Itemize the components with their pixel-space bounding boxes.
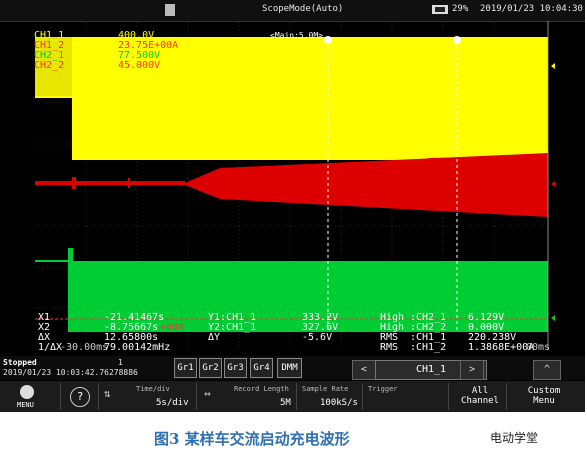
dmm-button[interactable]: DMM	[277, 358, 302, 378]
battery-icon	[432, 5, 448, 14]
rms2-label: RMS	[380, 342, 399, 353]
acq-count: 1	[118, 358, 123, 367]
rate-indicator: 29%	[452, 4, 469, 14]
custom-menu-button[interactable]: Custom Menu	[508, 383, 585, 410]
acq-timestamp: 2019/01/23 10:03:42.76278886	[3, 368, 138, 377]
overlay-current: +00A	[160, 322, 185, 333]
rms2-value: 1.3868E+00A	[468, 342, 535, 353]
all-channel-label: All Channel	[461, 386, 499, 406]
ch2-2-name: CH2_2	[34, 60, 65, 71]
trigger-label: Trigger	[368, 385, 398, 393]
channel-prev-button[interactable]: <	[352, 360, 376, 380]
menu-icon	[20, 385, 34, 399]
top-status-bar: ScopeMode(Auto) 29% 2019/01/23 10:04:30	[0, 0, 585, 22]
group-button-gr1[interactable]: Gr1	[174, 358, 197, 378]
time-div-button[interactable]: ⇅ Time/div 5s/div	[100, 383, 197, 410]
inv-dx-label: 1/ΔX	[38, 342, 63, 353]
trigger-button[interactable]: Trigger	[364, 383, 449, 410]
record-length-value: 5M	[280, 398, 291, 408]
help-icon: ?	[70, 387, 90, 407]
timebase-icon: ⇅	[104, 387, 111, 400]
dy-label: ΔY	[208, 332, 221, 343]
run-state: Stopped	[3, 358, 37, 367]
menu-button[interactable]: MENU	[0, 383, 61, 410]
main-record-label: <Main:5.0M>	[270, 31, 323, 40]
record-length-label: Record Length	[234, 385, 289, 393]
record-length-button[interactable]: ↔ Record Length 5M	[198, 383, 297, 410]
group-button-gr3[interactable]: Gr3	[224, 358, 247, 378]
figure-caption: 图3 某样车交流启动充电波形 电动学堂	[0, 426, 585, 448]
group-button-gr4[interactable]: Gr4	[250, 358, 273, 378]
inv-dx-value: 79.00142mHz	[104, 342, 171, 353]
record-icon: ↔	[204, 387, 211, 400]
expand-up-button[interactable]: ^	[533, 360, 561, 380]
channel-next-button[interactable]: >	[460, 360, 484, 380]
figure-title: 图3 某样车交流启动充电波形	[154, 430, 350, 448]
sample-rate-button[interactable]: Sample Rate 100kS/s	[298, 383, 363, 410]
dy-value: -5.6V	[302, 332, 333, 343]
right-time: 00ms	[526, 342, 551, 353]
oscilloscope-screen: ScopeMode(Auto) 29% 2019/01/23 10:04:30	[0, 0, 585, 412]
ch1-2-waveform	[35, 153, 548, 217]
rms2-channel: :CH1_2	[410, 342, 447, 353]
help-button[interactable]: ?	[62, 383, 99, 410]
device-icon	[165, 4, 175, 16]
menu-label: MENU	[17, 401, 34, 409]
left-time: -30.00ms	[60, 342, 109, 353]
time-div-value: 5s/div	[156, 398, 189, 408]
scope-mode-title: ScopeMode(Auto)	[262, 4, 344, 14]
all-channel-button[interactable]: All Channel	[450, 383, 507, 410]
time-div-label: Time/div	[136, 385, 170, 393]
source-logo: 电动学堂	[490, 431, 539, 445]
clock: 2019/01/23 10:04:30	[480, 4, 583, 14]
group-button-gr2[interactable]: Gr2	[199, 358, 222, 378]
sample-rate-value: 100kS/s	[320, 398, 358, 408]
waveform-plot	[35, 21, 555, 350]
ch2-2-value: 45.000V	[118, 60, 161, 71]
custom-menu-label: Custom Menu	[527, 386, 561, 406]
sample-rate-label: Sample Rate	[302, 385, 349, 393]
